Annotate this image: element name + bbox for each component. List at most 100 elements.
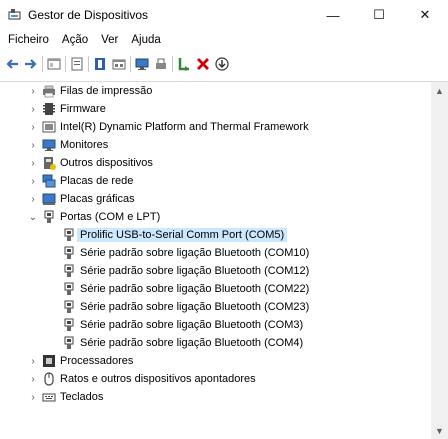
view-button[interactable]	[46, 56, 62, 72]
chevron-right-icon[interactable]: ›	[28, 172, 38, 190]
tree-category-monitores[interactable]: › Monitores	[0, 136, 430, 154]
tree-label: Série padrão sobre ligação Bluetooth (CO…	[80, 265, 310, 277]
tree-label: Série padrão sobre ligação Bluetooth (CO…	[80, 247, 310, 259]
tree-category-outros-dispositivos[interactable]: › Outros dispositivos	[0, 154, 430, 172]
tree-category-processadores[interactable]: › Processadores	[0, 352, 430, 370]
chevron-right-icon[interactable]: ›	[28, 136, 38, 154]
add-driver-button[interactable]	[153, 56, 169, 72]
tree-label: Outros dispositivos	[60, 157, 153, 169]
tree-category-teclados[interactable]: › Teclados	[0, 388, 430, 406]
tree-label: Teclados	[60, 391, 104, 403]
vertical-scrollbar[interactable]: ▲ ▼	[431, 82, 448, 439]
menu-ficheiro[interactable]: Ficheiro	[3, 34, 54, 46]
tree-label: Série padrão sobre ligação Bluetooth (CO…	[80, 301, 310, 313]
scroll-down-arrow-icon[interactable]: ▼	[431, 422, 448, 439]
tree-label: Monitores	[60, 139, 109, 151]
forward-button[interactable]	[23, 56, 39, 72]
uninstall-device-button[interactable]	[195, 56, 211, 72]
back-button[interactable]	[4, 56, 20, 72]
menu-acao[interactable]: Ação	[57, 34, 93, 46]
display-adapter-icon	[42, 192, 56, 206]
tree-label: Placas de rede	[60, 175, 134, 187]
chevron-right-icon[interactable]: ›	[28, 118, 38, 136]
scroll-up-arrow-icon[interactable]: ▲	[431, 82, 448, 99]
device-tree: › Filas de impressão › Firmware › Intel(…	[0, 81, 448, 439]
scan-hardware-button[interactable]	[134, 56, 150, 72]
device-manager-app-icon	[8, 9, 21, 20]
toolbar	[0, 51, 448, 76]
menu-ver[interactable]: Ver	[96, 34, 123, 46]
tree-category-placas-de-rede[interactable]: › Placas de rede	[0, 172, 430, 190]
toolbar-separator	[130, 55, 131, 72]
tree-category-intel-dptf[interactable]: › Intel(R) Dynamic Platform and Thermal …	[0, 118, 430, 136]
tree-device-com3[interactable]: Série padrão sobre ligação Bluetooth (CO…	[0, 316, 430, 334]
port-icon	[62, 300, 76, 314]
chevron-right-icon[interactable]: ›	[28, 190, 38, 208]
tree-label: Série padrão sobre ligação Bluetooth (CO…	[80, 283, 310, 295]
add-driver-icon	[156, 58, 166, 69]
update-driver-button[interactable]	[214, 56, 230, 72]
port-icon	[62, 318, 76, 332]
device-list-icon	[112, 59, 126, 69]
forward-arrow-icon	[25, 58, 37, 69]
tree-label: Placas gráficas	[60, 193, 135, 205]
processor-icon	[42, 354, 56, 368]
tree-label: Série padrão sobre ligação Bluetooth (CO…	[80, 337, 304, 349]
toolbar-separator	[88, 55, 89, 72]
properties-button[interactable]	[69, 56, 85, 72]
tree-category-filas-de-impressao[interactable]: › Filas de impressão	[0, 82, 430, 100]
tree-label: Série padrão sobre ligação Bluetooth (CO…	[80, 319, 304, 331]
tree-category-firmware[interactable]: › Firmware	[0, 100, 430, 118]
tree-device-com22[interactable]: Série padrão sobre ligação Bluetooth (CO…	[0, 280, 430, 298]
chevron-right-icon[interactable]: ›	[28, 352, 38, 370]
port-icon	[62, 228, 76, 242]
menu-bar: Ficheiro Ação Ver Ajuda	[0, 30, 448, 50]
firmware-icon	[42, 102, 56, 116]
close-icon: ✕	[419, 7, 431, 22]
tree-label: Prolific USB-to-Serial Comm Port (COM5)	[77, 228, 288, 242]
window-title: Gestor de Dispositivos	[28, 8, 149, 22]
tree-device-com10[interactable]: Série padrão sobre ligação Bluetooth (CO…	[0, 244, 430, 262]
chevron-right-icon[interactable]: ›	[28, 370, 38, 388]
monitor-icon	[42, 138, 56, 152]
toolbar-separator	[172, 55, 173, 72]
enable-device-button[interactable]	[176, 56, 192, 72]
port-icon	[42, 210, 56, 224]
chevron-down-icon[interactable]: ⌄	[28, 208, 38, 226]
network-adapter-icon	[42, 174, 56, 188]
help-book-icon	[95, 57, 105, 70]
printer-queue-icon	[42, 84, 56, 98]
tree-device-com5[interactable]: Prolific USB-to-Serial Comm Port (COM5)	[0, 226, 430, 244]
tree-label: Intel(R) Dynamic Platform and Thermal Fr…	[60, 121, 309, 133]
tree-category-placas-graficas[interactable]: › Placas gráficas	[0, 190, 430, 208]
device-view-button[interactable]	[111, 56, 127, 72]
minimize-icon: —	[326, 7, 340, 23]
chevron-right-icon[interactable]: ›	[28, 100, 38, 118]
close-button[interactable]: ✕	[402, 0, 448, 30]
help-button[interactable]	[92, 56, 108, 72]
maximize-button[interactable]: ☐	[356, 0, 402, 30]
tree-label: Filas de impressão	[60, 85, 153, 97]
properties-icon	[71, 57, 83, 70]
chevron-right-icon[interactable]: ›	[28, 388, 38, 406]
maximize-icon: ☐	[373, 7, 385, 22]
tree-device-com4[interactable]: Série padrão sobre ligação Bluetooth (CO…	[0, 334, 430, 352]
tree-device-com12[interactable]: Série padrão sobre ligação Bluetooth (CO…	[0, 262, 430, 280]
mouse-icon	[42, 372, 56, 386]
tree-category-ratos[interactable]: › Ratos e outros dispositivos apontadore…	[0, 370, 430, 388]
tree-category-portas[interactable]: ⌄ Portas (COM e LPT)	[0, 208, 430, 226]
download-circle-icon	[215, 56, 229, 71]
tree-label: Processadores	[60, 355, 134, 367]
tree-label: Portas (COM e LPT)	[60, 211, 161, 223]
menu-ajuda[interactable]: Ajuda	[126, 34, 165, 46]
minimize-button[interactable]: —	[310, 0, 356, 30]
chevron-right-icon[interactable]: ›	[28, 154, 38, 172]
keyboard-icon	[42, 390, 56, 404]
toolbar-separator	[42, 55, 43, 72]
tree-label: Ratos e outros dispositivos apontadores	[60, 373, 256, 385]
window-view-icon	[47, 58, 61, 69]
port-icon	[62, 336, 76, 350]
chevron-right-icon[interactable]: ›	[28, 82, 38, 100]
intel-framework-icon	[42, 120, 56, 134]
tree-device-com23[interactable]: Série padrão sobre ligação Bluetooth (CO…	[0, 298, 430, 316]
